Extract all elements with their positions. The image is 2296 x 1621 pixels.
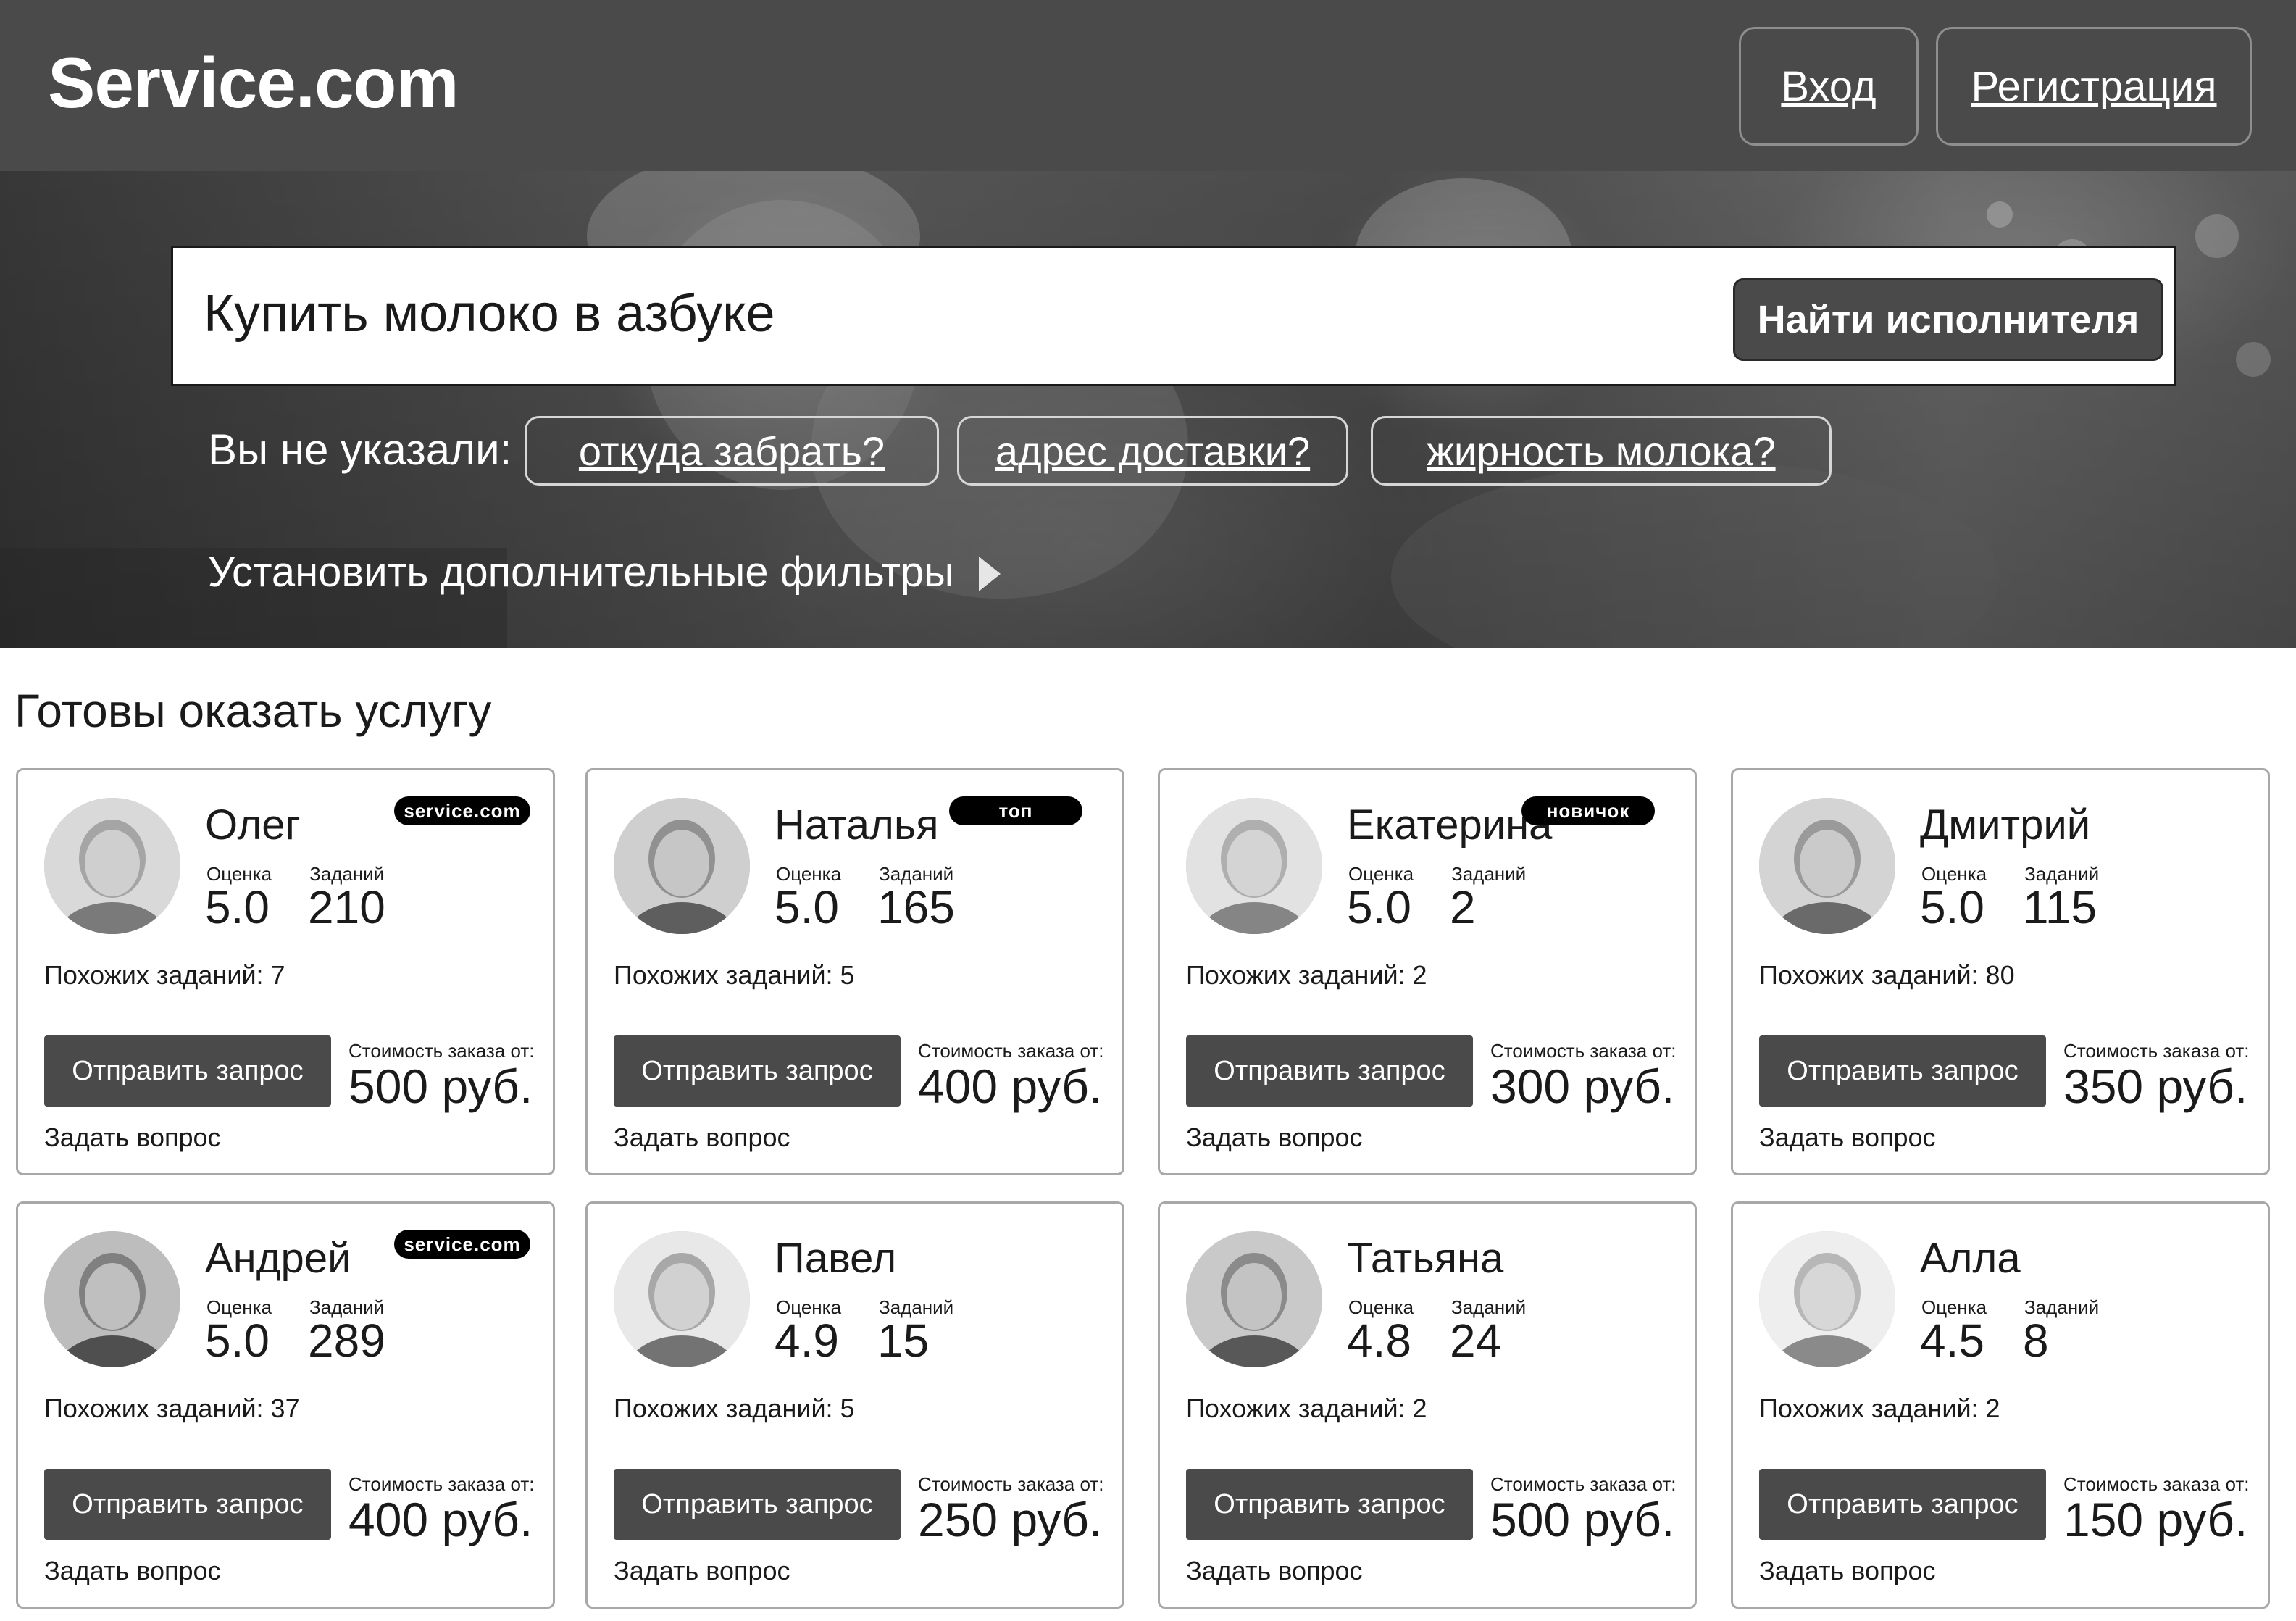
price-value: 500 руб. (348, 1059, 533, 1113)
avatar-photo (1759, 1231, 1895, 1367)
similar-tasks: Похожих заданий: 2 (1759, 1393, 2000, 1423)
send-request-button[interactable]: Отправить запрос (614, 1035, 901, 1107)
similar-tasks: Похожих заданий: 2 (1186, 960, 1427, 990)
send-request-button[interactable]: Отправить запрос (1186, 1035, 1473, 1107)
rating-value: 5.0 (205, 881, 270, 933)
performer-card[interactable]: Павел Оценка Заданий 4.9 15 Похожих заданий: … (585, 1201, 1124, 1609)
send-request-button[interactable]: Отправить запрос (1186, 1469, 1473, 1540)
rating-value: 5.0 (205, 1314, 270, 1367)
price-value: 350 руб. (2063, 1059, 2248, 1113)
ask-question-link[interactable]: Задать вопрос (614, 1556, 790, 1586)
similar-tasks: Похожих заданий: 5 (614, 1393, 855, 1423)
similar-tasks: Похожих заданий: 7 (44, 960, 285, 990)
similar-tasks: Похожих заданий: 80 (1759, 960, 2015, 990)
ask-question-link[interactable]: Задать вопрос (44, 1122, 221, 1153)
send-request-button[interactable]: Отправить запрос (614, 1469, 901, 1540)
avatar-photo (1186, 798, 1322, 934)
price-value: 250 руб. (918, 1493, 1103, 1546)
ask-question-link[interactable]: Задать вопрос (1186, 1556, 1363, 1586)
performer-badge: service.com (394, 796, 530, 825)
performer-name[interactable]: Павел (775, 1234, 896, 1283)
triangle-right-icon (978, 556, 1001, 591)
avatar-photo (614, 1231, 750, 1367)
tasks-count: 289 (308, 1314, 385, 1367)
performer-badge: service.com (394, 1230, 530, 1259)
performer-name[interactable]: Татьяна (1347, 1234, 1503, 1283)
performer-badge: топ (949, 796, 1082, 825)
similar-tasks: Похожих заданий: 2 (1186, 1393, 1427, 1423)
tasks-count: 115 (2023, 881, 2097, 933)
price-value: 400 руб. (348, 1493, 533, 1546)
rating-value: 4.9 (775, 1314, 839, 1367)
price-value: 400 руб. (918, 1059, 1103, 1113)
ask-question-link[interactable]: Задать вопрос (614, 1122, 790, 1153)
performer-name[interactable]: Алла (1920, 1234, 2021, 1283)
search-box: Найти исполнителя (171, 246, 2176, 386)
send-request-button[interactable]: Отправить запрос (44, 1035, 331, 1107)
section-title: Готовы оказать услугу (14, 685, 492, 737)
avatar-photo (614, 798, 750, 934)
login-button[interactable]: Вход (1739, 27, 1919, 146)
avatar[interactable] (1759, 1231, 1895, 1367)
performer-card[interactable]: Татьяна Оценка Заданий 4.8 24 Похожих заданий… (1158, 1201, 1697, 1609)
missing-fields-label: Вы не указали: (208, 425, 512, 474)
performer-card[interactable]: Екатерина новичок Оценка Заданий 5.0 2 Похожих… (1158, 768, 1697, 1175)
avatar[interactable] (614, 1231, 750, 1367)
search-input[interactable] (204, 284, 1653, 343)
tasks-count: 15 (877, 1314, 930, 1367)
extra-filters-link[interactable]: Установить дополнительные фильтры (208, 548, 1001, 596)
performer-name[interactable]: Дмитрий (1920, 801, 2090, 849)
rating-value: 5.0 (1347, 881, 1411, 933)
similar-tasks: Похожих заданий: 37 (44, 1393, 300, 1423)
ask-question-link[interactable]: Задать вопрос (44, 1556, 221, 1586)
register-button[interactable]: Регистрация (1936, 27, 2252, 146)
chip-delivery-address[interactable]: адрес доставки? (957, 416, 1348, 486)
avatar[interactable] (1186, 1231, 1322, 1367)
performer-name[interactable]: Олег (205, 801, 301, 849)
avatar[interactable] (44, 1231, 180, 1367)
performer-card[interactable]: Алла Оценка Заданий 4.5 8 Похожих заданий: 2О… (1731, 1201, 2270, 1609)
tasks-count: 165 (877, 881, 955, 933)
avatar[interactable] (1759, 798, 1895, 934)
hero-banner: Найти исполнителя Вы не указали: откуда … (0, 171, 2296, 648)
rating-value: 4.5 (1920, 1314, 1984, 1367)
performer-card[interactable]: Дмитрий Оценка Заданий 5.0 115 Похожих задани… (1731, 768, 2270, 1175)
ask-question-link[interactable]: Задать вопрос (1759, 1556, 1936, 1586)
price-value: 300 руб. (1490, 1059, 1675, 1113)
send-request-button[interactable]: Отправить запрос (44, 1469, 331, 1540)
rating-value: 5.0 (1920, 881, 1984, 933)
performer-card[interactable]: Наталья топ Оценка Заданий 5.0 165 Похожих зад… (585, 768, 1124, 1175)
avatar[interactable] (1186, 798, 1322, 934)
tasks-count: 8 (2023, 1314, 2049, 1367)
price-value: 500 руб. (1490, 1493, 1675, 1546)
tasks-count: 2 (1450, 881, 1476, 933)
tasks-count: 210 (308, 881, 385, 933)
performer-badge: новичок (1521, 796, 1655, 825)
price-value: 150 руб. (2063, 1493, 2248, 1546)
similar-tasks: Похожих заданий: 5 (614, 960, 855, 990)
ask-question-link[interactable]: Задать вопрос (1186, 1122, 1363, 1153)
ask-question-link[interactable]: Задать вопрос (1759, 1122, 1936, 1153)
top-header: Service.com Вход Регистрация (0, 0, 2296, 171)
avatar-photo (1186, 1231, 1322, 1367)
site-logo[interactable]: Service.com (48, 42, 459, 124)
performer-name[interactable]: Андрей (205, 1234, 351, 1283)
rating-value: 4.8 (1347, 1314, 1411, 1367)
performer-card[interactable]: Олег service.com Оценка Заданий 5.0 210 Похожи… (16, 768, 555, 1175)
chip-milk-fat[interactable]: жирность молока? (1371, 416, 1832, 486)
avatar[interactable] (44, 798, 180, 934)
avatar-photo (1759, 798, 1895, 934)
send-request-button[interactable]: Отправить запрос (1759, 1469, 2046, 1540)
avatar-photo (44, 798, 180, 934)
performer-card[interactable]: Андрей service.com Оценка Заданий 5.0 289 Похо… (16, 1201, 555, 1609)
avatar[interactable] (614, 798, 750, 934)
find-performer-button[interactable]: Найти исполнителя (1733, 278, 2163, 361)
performer-name[interactable]: Наталья (775, 801, 939, 849)
send-request-button[interactable]: Отправить запрос (1759, 1035, 2046, 1107)
extra-filters-label: Установить дополнительные фильтры (208, 549, 954, 596)
avatar-photo (44, 1231, 180, 1367)
rating-value: 5.0 (775, 881, 839, 933)
tasks-count: 24 (1450, 1314, 1502, 1367)
chip-pickup-location[interactable]: откуда забрать? (525, 416, 939, 486)
